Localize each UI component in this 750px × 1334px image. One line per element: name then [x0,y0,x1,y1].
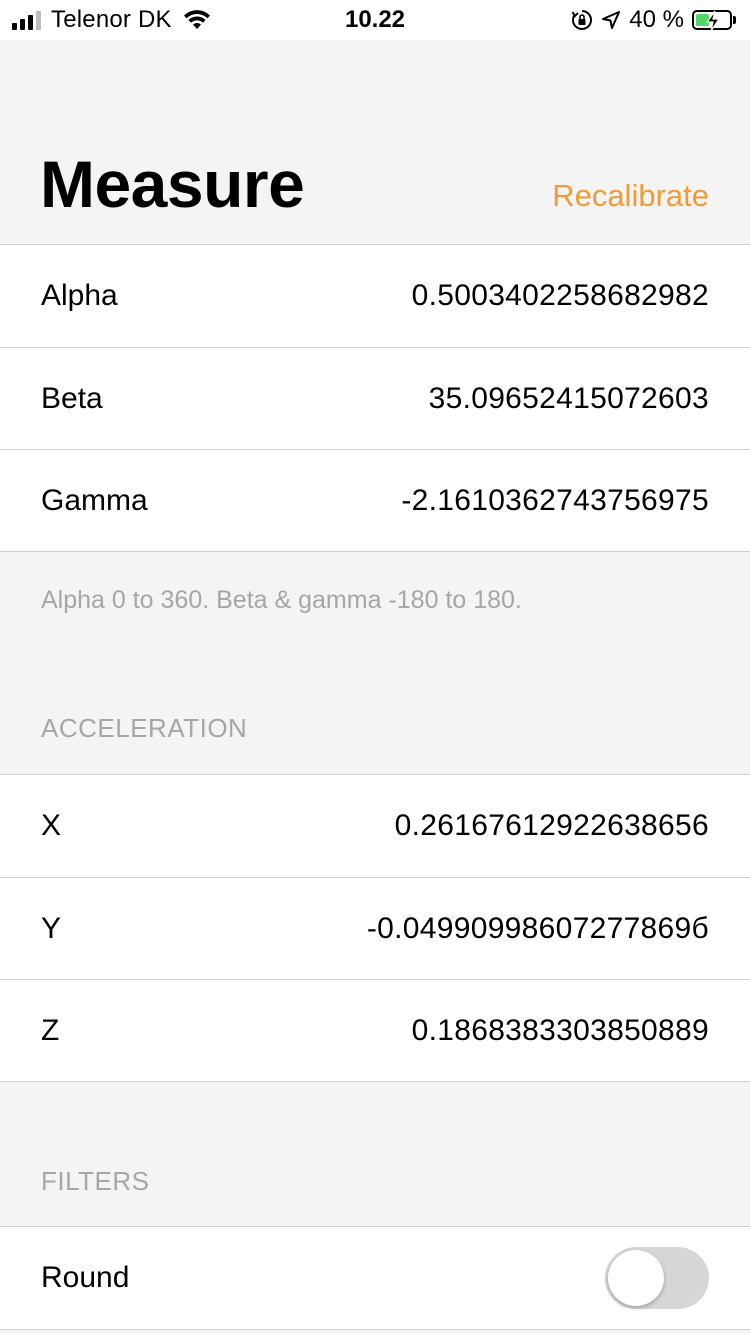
orientation-row-alpha: Alpha 0.5003402258682982 [0,245,750,347]
round-toggle[interactable] [605,1247,709,1309]
acceleration-row-z: Z 0.1868383303850889 [0,979,750,1081]
status-right: 40 % [571,6,736,34]
row-value: 0.1868383303850889 [411,1013,709,1047]
orientation-row-beta: Beta 35.09652415072603 [0,347,750,449]
orientation-footer-note: Alpha 0 to 360. Beta & gamma -180 to 180… [41,586,522,614]
acceleration-row-x: X 0.26167612922638656 [0,775,750,877]
orientation-group: Alpha 0.5003402258682982 Beta 35.0965241… [0,244,750,552]
acceleration-section-header: ACCELERATION [41,713,248,743]
navigation-header: Measure Recalibrate [0,40,750,244]
orientation-lock-icon [571,10,593,30]
filters-group: Round [0,1226,750,1330]
row-value: -2.1610362743756975 [401,483,709,517]
row-label: Gamma [41,483,148,517]
status-bar: Telenor DK 10.22 40 % [0,0,750,40]
battery-icon [692,10,736,32]
row-label: X [41,809,62,842]
row-value: -0.04990998607277869б [366,911,709,945]
row-label: Beta [41,381,103,415]
row-label: Y [41,911,62,945]
row-label: Z [41,1013,60,1047]
recalibrate-button[interactable]: Recalibrate [552,178,709,214]
row-label: Alpha [41,279,118,312]
row-label: Round [41,1261,130,1294]
location-arrow-icon [602,11,621,29]
filter-row-round: Round [0,1227,750,1329]
row-value: 35.09652415072603 [428,381,709,415]
filters-section-header: FILTERS [41,1166,150,1196]
battery-percent: 40 % [629,6,684,33]
acceleration-group: X 0.26167612922638656 Y -0.0499099860727… [0,774,750,1082]
toggle-knob [608,1250,664,1306]
acceleration-row-y: Y -0.04990998607277869б [0,877,750,979]
page-title: Measure [40,147,305,221]
row-value: 0.5003402258682982 [411,279,709,312]
orientation-row-gamma: Gamma -2.1610362743756975 [0,449,750,551]
row-value: 0.26167612922638656 [394,809,709,842]
